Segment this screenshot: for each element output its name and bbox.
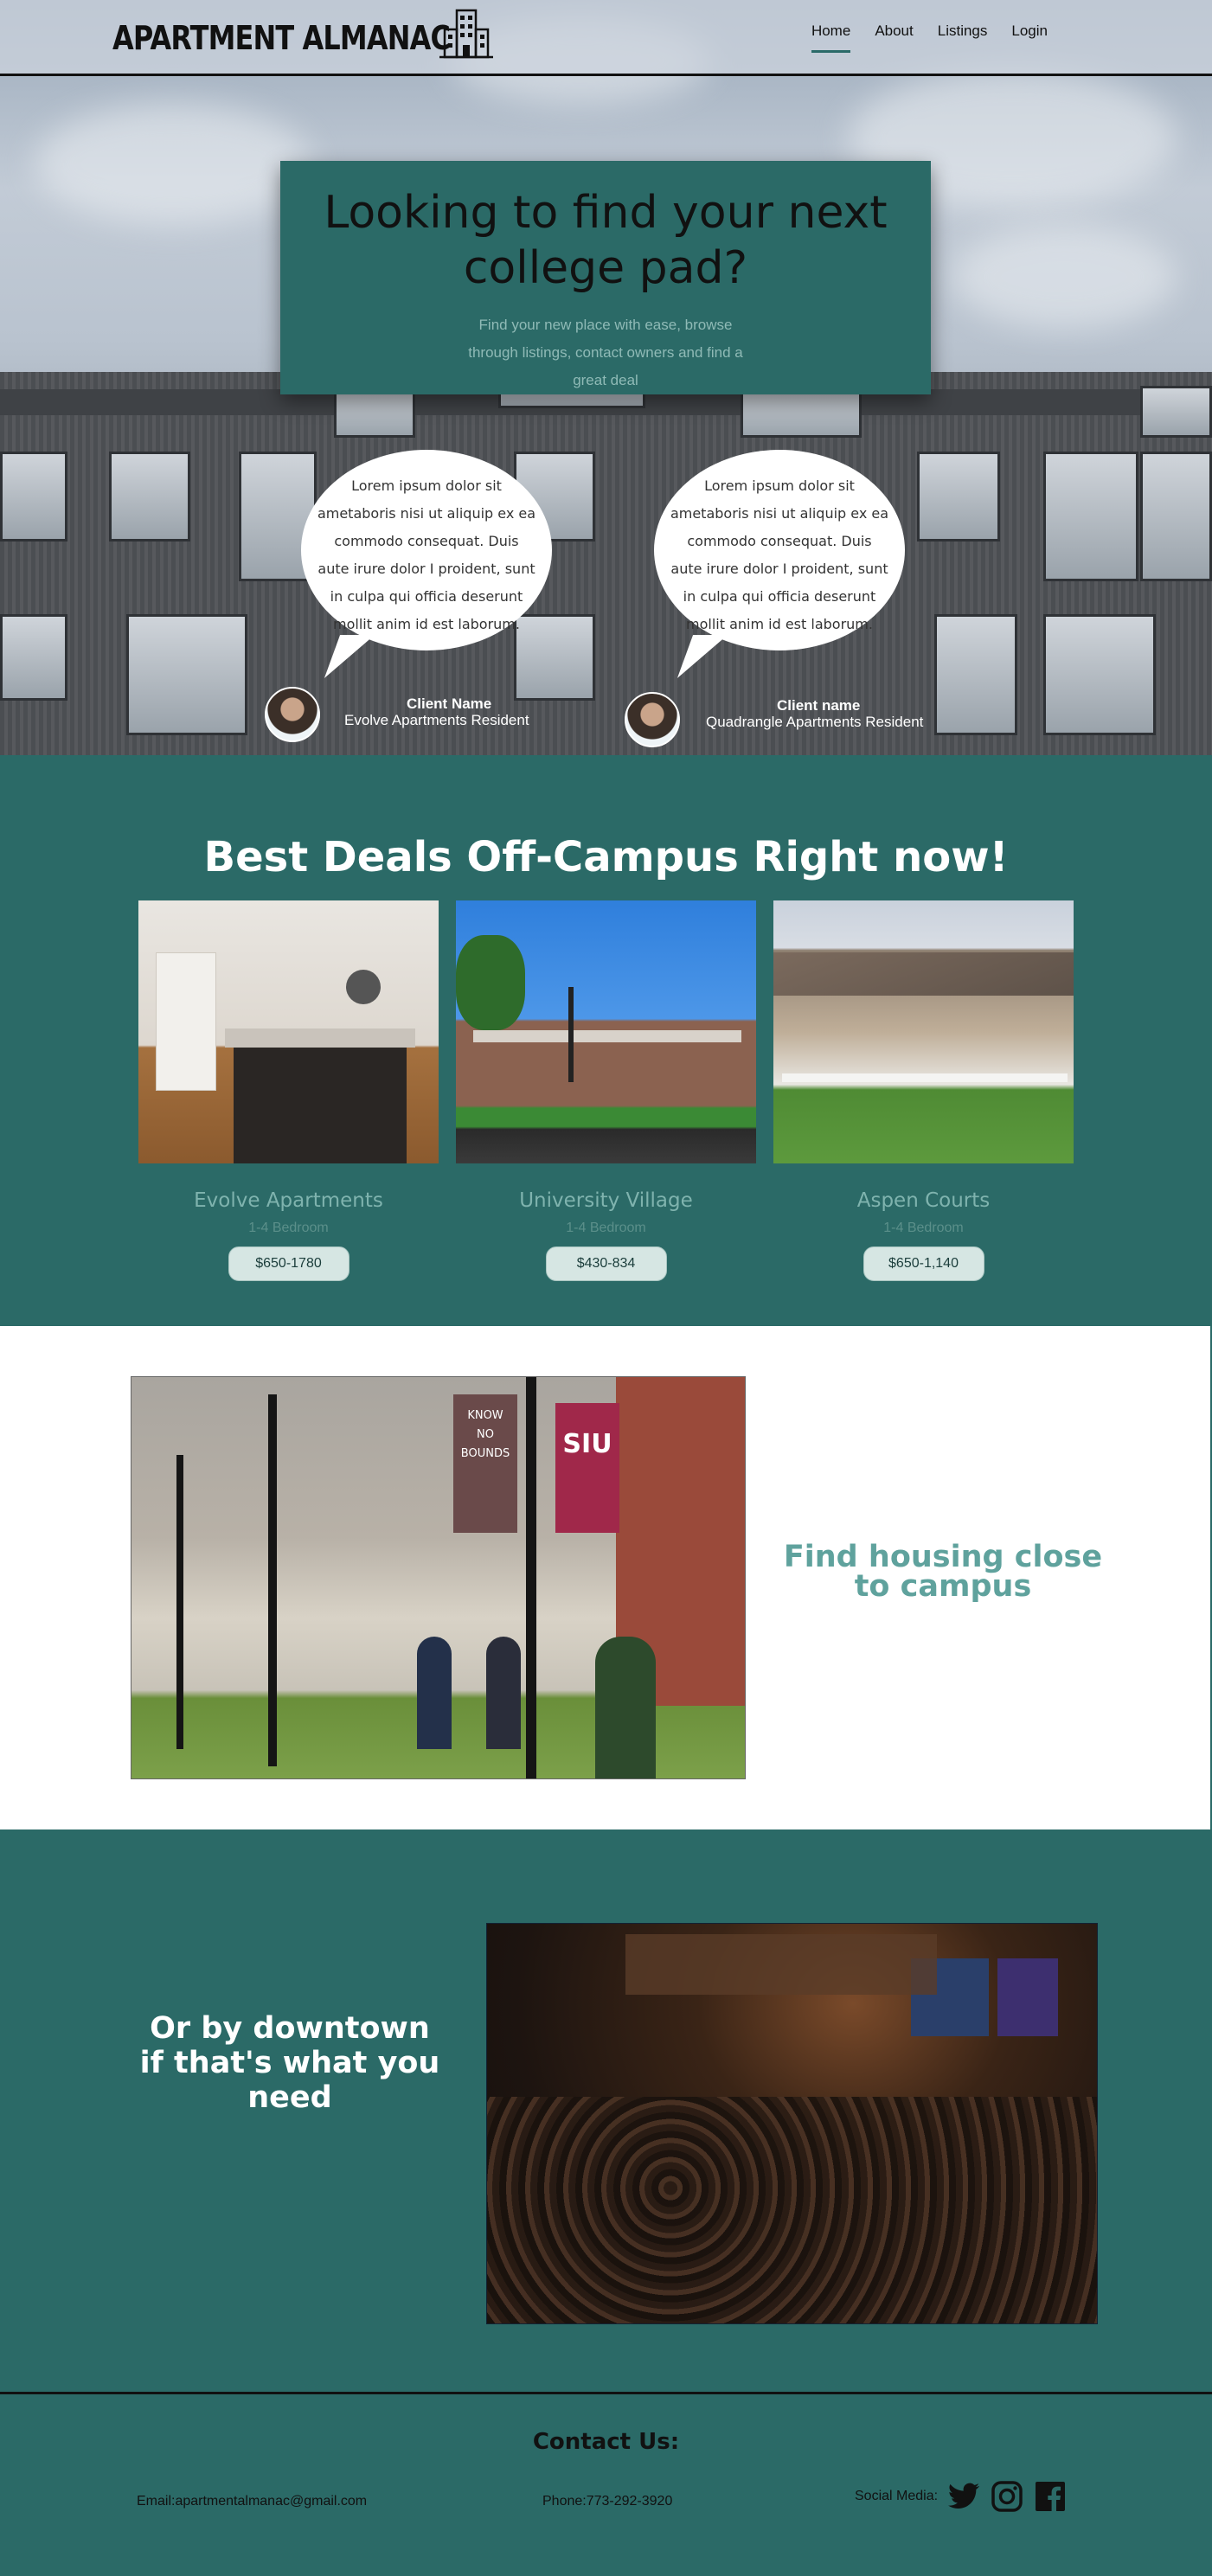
deal-name[interactable]: Evolve Apartments [138,1189,439,1212]
client-avatar [625,692,680,747]
aspen-courts-photo[interactable] [773,900,1074,1163]
lamp-post [526,1377,536,1778]
facebook-icon[interactable] [1033,2479,1068,2514]
logo-text: APARTMENT ALMANAC [112,19,451,57]
client-name: Client name [777,697,861,714]
building-window [1140,386,1212,438]
client-role: Evolve Apartments Resident [344,712,529,728]
building-window [1043,614,1156,735]
porch-rail [782,1073,1068,1082]
testimonial-text: Lorem ipsum dolor sit ametaboris nisi ut… [317,477,536,632]
deal-price-button[interactable]: $650-1,140 [863,1246,984,1281]
hero-subtitle: Find your new place with ease, browse th… [468,317,743,388]
downtown-section: Or by downtown if that's what you need [0,1829,1212,2394]
social-label: Social Media: [855,2489,939,2503]
downtown-venue-photo [486,1923,1098,2324]
footer: Contact Us: Email:apartmentalmanac@gmail… [0,2394,1212,2576]
building-window [934,614,1017,735]
student-walking [486,1637,521,1749]
downtown-title-line1: Or by downtown [150,2011,430,2046]
university-village-photo[interactable] [456,900,756,1163]
building-window [1043,452,1138,581]
balcony [625,1934,937,1995]
nav-links: Home About Listings Login [811,22,1048,53]
deal-card[interactable]: Evolve Apartments 1-4 Bedroom $650-1780 [138,900,439,1281]
client-name: Client Name [407,695,492,712]
countertop [225,1028,415,1048]
roof [773,952,1074,996]
siu-banner: SIU [555,1403,619,1533]
site-logo[interactable]: APARTMENT ALMANAC [112,9,514,59]
hero-section: Looking to find your next college pad? F… [0,0,1212,755]
downtown-title-line2: if that's what you need [139,2046,440,2115]
deal-name[interactable]: Aspen Courts [773,1189,1074,1212]
know-no-bounds-banner: KNOW NO BOUNDS [453,1394,517,1533]
crowd [487,2097,1097,2323]
student-walking [417,1637,452,1749]
contact-email[interactable]: Email:apartmentalmanac@gmail.com [137,2494,367,2509]
kitchen-island [234,1039,407,1163]
deal-name[interactable]: University Village [456,1189,756,1212]
building-trim [473,1030,741,1042]
hero-title: Looking to find your next college pad? [324,187,888,294]
testimonial-text: Lorem ipsum dolor sit ametaboris nisi ut… [670,477,889,632]
deals-title: Best Deals Off-Campus Right now! [203,833,1009,881]
building-window [917,452,1000,541]
deal-price-button[interactable]: $430-834 [545,1246,667,1281]
downtown-title: Or by downtown if that's what you need [95,2011,484,2115]
campus-photo: SIU KNOW NO BOUNDS [131,1376,746,1779]
nav-link-login[interactable]: Login [1011,22,1048,53]
social-media: Social Media: [855,2479,1068,2514]
student-walking [595,1637,656,1778]
campus-section: SIU KNOW NO BOUNDS Find housing close to… [0,1326,1212,1829]
contact-phone[interactable]: Phone:773-292-3920 [542,2494,672,2509]
instagram-icon[interactable] [990,2479,1024,2514]
twitter-icon[interactable] [946,2479,981,2514]
building-window [0,452,67,541]
deal-card[interactable]: Aspen Courts 1-4 Bedroom $650-1,140 [773,900,1074,1281]
building-icon [439,9,493,59]
lamp-post [268,1394,277,1766]
best-deals-section: Best Deals Off-Campus Right now! Evolve … [0,755,1212,1326]
deal-card[interactable]: University Village 1-4 Bedroom $430-834 [456,900,756,1281]
deal-bedrooms: 1-4 Bedroom [883,1221,964,1235]
nav-link-listings[interactable]: Listings [938,22,988,53]
hero-card: Looking to find your next college pad? F… [280,161,931,394]
client-role: Quadrangle Apartments Resident [706,714,924,730]
building-window [1140,452,1212,581]
top-navbar: APARTMENT ALMANAC Home About Listings Lo… [0,0,1212,76]
closet-door [156,952,216,1091]
deal-bedrooms: 1-4 Bedroom [566,1221,646,1235]
testimonial-bubble: Lorem ipsum dolor sit ametaboris nisi ut… [654,450,905,650]
cloud [35,104,311,225]
testimonial-bubble: Lorem ipsum dolor sit ametaboris nisi ut… [301,450,552,650]
building-window [109,452,190,541]
lamp-post [176,1455,183,1749]
contact-title: Contact Us: [532,2429,680,2455]
building-window [0,614,67,701]
building-window [126,614,247,735]
evolve-apartments-photo[interactable] [138,900,439,1163]
deal-price-button[interactable]: $650-1780 [228,1246,349,1281]
window-panel [997,1958,1058,2036]
nav-link-about[interactable]: About [875,22,913,53]
nav-link-home[interactable]: Home [811,22,851,53]
wall-mirror [346,970,381,1004]
lamp-post [568,987,574,1082]
client-avatar [265,687,320,742]
cloud [952,225,1177,329]
deal-bedrooms: 1-4 Bedroom [248,1221,329,1235]
tree [456,935,525,1030]
campus-title: Find housing close to campus [783,1540,1103,1604]
